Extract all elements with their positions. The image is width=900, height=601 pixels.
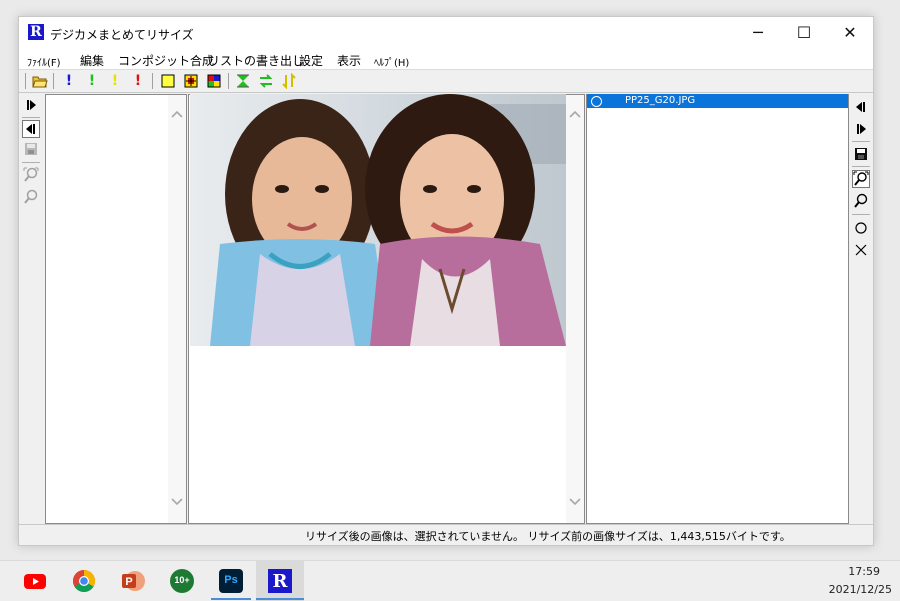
- list-item[interactable]: PP25_G20.JPG: [587, 94, 848, 108]
- menu-bar: ﾌｧｲﾙ(F) 編集 コンポジット合成 リストの書き出し 設定 表示 ﾍﾙﾌﾟ(…: [19, 49, 873, 70]
- cross-mark-icon[interactable]: [852, 241, 870, 259]
- swap-vertical-icon[interactable]: [281, 72, 297, 90]
- folder-tree-panel[interactable]: [45, 94, 187, 524]
- scroll-up-icon[interactable]: [567, 107, 583, 123]
- exclaim-blue-icon[interactable]: !: [61, 73, 77, 89]
- photoshop-icon[interactable]: Ps: [219, 569, 243, 593]
- menu-settings[interactable]: 設定: [299, 52, 323, 69]
- save-icon[interactable]: [22, 140, 40, 158]
- svg-text:P: P: [125, 576, 132, 588]
- toolstrip-separator: [852, 214, 870, 215]
- status-text: リサイズ後の画像は、選択されていません。 リサイズ前の画像サイズは、1,443,…: [305, 530, 791, 543]
- toolstrip-separator: [22, 117, 40, 118]
- left-toolstrip: [19, 94, 43, 524]
- taskbar: P 10+ Ps R 17:59 2021/12/25: [0, 560, 900, 601]
- open-folder-icon[interactable]: [32, 73, 48, 89]
- menu-edit[interactable]: 編集: [80, 52, 104, 69]
- right-toolstrip: [849, 94, 873, 524]
- close-button[interactable]: ✕: [827, 17, 873, 49]
- prev-arrow-icon[interactable]: [852, 98, 870, 116]
- toolstrip-separator: [22, 162, 40, 163]
- frame-red-icon[interactable]: [183, 73, 199, 89]
- toolbar-separator: [152, 73, 153, 89]
- resize-app-icon[interactable]: R: [268, 569, 292, 593]
- file-list-panel[interactable]: [586, 94, 849, 524]
- exclaim-red-icon[interactable]: !: [130, 73, 146, 89]
- game-label: 10+: [174, 575, 190, 585]
- scroll-down-icon[interactable]: [169, 493, 185, 509]
- powerpoint-icon[interactable]: P: [121, 569, 145, 593]
- preview-scrollbar[interactable]: [566, 95, 584, 523]
- app-window: R デジカメまとめてリサイズ ─ ☐ ✕ ﾌｧｲﾙ(F) 編集 コンポジット合成…: [18, 16, 874, 546]
- scroll-up-icon[interactable]: [169, 107, 185, 123]
- toolbar-separator: [53, 73, 54, 89]
- zoom-icon[interactable]: [852, 192, 870, 210]
- zoom-fit-icon[interactable]: [852, 170, 870, 188]
- maximize-button[interactable]: ☐: [781, 17, 827, 49]
- swap-horizontal-icon[interactable]: [258, 73, 274, 89]
- menu-view[interactable]: 表示: [337, 52, 361, 69]
- zoom-fit-icon[interactable]: [22, 166, 40, 184]
- status-divider: [19, 524, 873, 525]
- clock-time[interactable]: 17:59: [848, 565, 880, 578]
- app-logo-icon: R: [28, 24, 44, 40]
- resize-icon[interactable]: [235, 73, 251, 89]
- toolbar-separator: [25, 73, 26, 89]
- window-title: デジカメまとめてリサイズ: [50, 28, 194, 42]
- next-arrow-icon[interactable]: [852, 120, 870, 138]
- menu-file[interactable]: ﾌｧｲﾙ(F): [27, 54, 61, 69]
- photoshop-label: Ps: [224, 574, 238, 586]
- zoom-icon[interactable]: [22, 188, 40, 206]
- frame-yellow-icon[interactable]: [160, 73, 176, 89]
- youtube-icon[interactable]: [23, 569, 47, 593]
- scroll-down-icon[interactable]: [567, 493, 583, 509]
- exclaim-yellow-icon[interactable]: !: [107, 73, 123, 89]
- menu-composite[interactable]: コンポジット合成: [118, 52, 214, 69]
- minimize-button[interactable]: ─: [735, 17, 781, 49]
- prev-arrow-icon[interactable]: [22, 120, 40, 138]
- game-10plus-icon[interactable]: 10+: [170, 569, 194, 593]
- title-bar[interactable]: R デジカメまとめてリサイズ ─ ☐ ✕: [19, 17, 873, 49]
- preview-image: [190, 94, 566, 346]
- circle-mark-icon: [591, 96, 602, 107]
- clock-date[interactable]: 2021/12/25: [829, 583, 892, 596]
- folder-tree-scrollbar[interactable]: [168, 95, 186, 523]
- toolstrip-separator: [852, 141, 870, 142]
- status-bar: リサイズ後の画像は、選択されていません。 リサイズ前の画像サイズは、1,443,…: [19, 524, 873, 545]
- next-arrow-icon[interactable]: [22, 96, 40, 114]
- toolbar: ! ! ! !: [19, 70, 873, 93]
- circle-mark-icon[interactable]: [852, 219, 870, 237]
- frame-grid-icon[interactable]: [206, 73, 222, 89]
- resize-app-label: R: [272, 571, 288, 592]
- chrome-icon[interactable]: [72, 569, 96, 593]
- file-name: PP25_G20.JPG: [625, 95, 696, 106]
- exclaim-green-icon[interactable]: !: [84, 73, 100, 89]
- menu-export-list[interactable]: リストの書き出し: [208, 52, 304, 69]
- save-icon[interactable]: [852, 145, 870, 163]
- toolstrip-separator: [852, 166, 870, 167]
- menu-help[interactable]: ﾍﾙﾌﾟ(H): [374, 54, 409, 69]
- toolbar-separator: [228, 73, 229, 89]
